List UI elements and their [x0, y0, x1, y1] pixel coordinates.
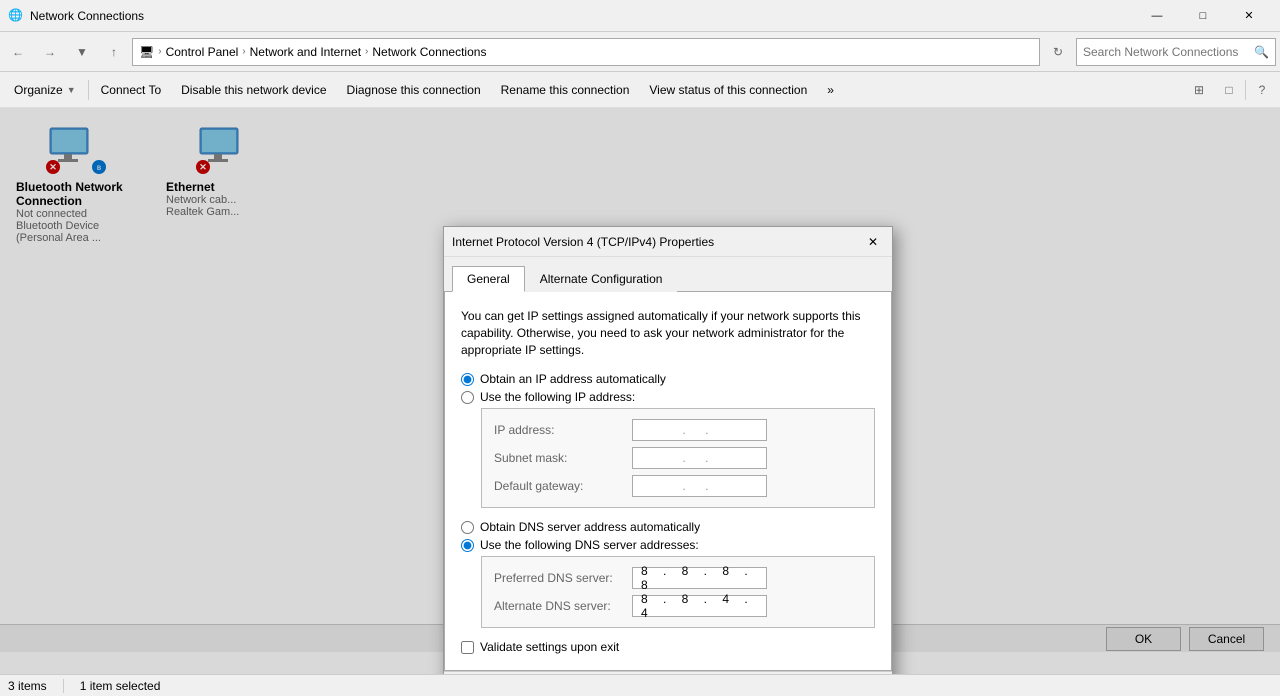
alternate-dns-label: Alternate DNS server:	[494, 599, 624, 613]
modal-overlay: Internet Protocol Version 4 (TCP/IPv4) P…	[0, 108, 1280, 674]
address-bar: ← → ▼ ↑ 🖥 › Control Panel › Network and …	[0, 32, 1280, 72]
subnet-mask-label: Subnet mask:	[494, 451, 624, 465]
dropdown-button[interactable]: ▼	[68, 38, 96, 66]
back-button[interactable]: ←	[4, 38, 32, 66]
breadcrumb-control-panel[interactable]: Control Panel	[166, 45, 239, 59]
disable-button[interactable]: Disable this network device	[171, 74, 336, 106]
up-button[interactable]: ↑	[100, 38, 128, 66]
toolbar-separator-2	[1245, 80, 1246, 100]
default-gateway-input[interactable]: . .	[632, 475, 767, 497]
search-box[interactable]: 🔍	[1076, 38, 1276, 66]
tab-general[interactable]: General	[452, 266, 525, 292]
close-button[interactable]: ✕	[1226, 0, 1272, 32]
auto-ip-radio-label[interactable]: Obtain an IP address automatically	[461, 372, 875, 386]
chevron-down-icon: ▼	[67, 85, 76, 95]
dialog-tabs: General Alternate Configuration	[444, 257, 892, 292]
preferred-dns-label: Preferred DNS server:	[494, 571, 624, 585]
minimize-button[interactable]: —	[1134, 0, 1180, 32]
breadcrumb-network-connections[interactable]: Network Connections	[372, 45, 486, 59]
more-button[interactable]: »	[817, 74, 844, 106]
view-mode-button[interactable]: ⊞	[1185, 76, 1213, 104]
search-input[interactable]	[1083, 45, 1250, 59]
breadcrumb[interactable]: 🖥 › Control Panel › Network and Internet…	[132, 38, 1040, 66]
auto-ip-radio[interactable]	[461, 373, 474, 386]
default-gateway-label: Default gateway:	[494, 479, 624, 493]
toolbar: Organize ▼ Connect To Disable this netwo…	[0, 72, 1280, 108]
maximize-button[interactable]: □	[1180, 0, 1226, 32]
toolbar-separator	[88, 80, 89, 100]
dns-section: Obtain DNS server address automatically …	[461, 520, 875, 628]
preferred-dns-input[interactable]: 8 . 8 . 8 . 8	[632, 567, 767, 589]
validate-checkbox-label[interactable]: Validate settings upon exit	[461, 640, 875, 654]
dns-radio-group: Obtain DNS server address automatically …	[461, 520, 875, 552]
content-area: ✕ ʙ Bluetooth Network Connection Not con…	[0, 108, 1280, 674]
breadcrumb-network-internet[interactable]: Network and Internet	[250, 45, 361, 59]
connect-to-button[interactable]: Connect To	[91, 74, 172, 106]
dialog-description: You can get IP settings assigned automat…	[461, 308, 875, 358]
dialog-close-button[interactable]: ✕	[862, 231, 884, 253]
ip-address-label: IP address:	[494, 423, 624, 437]
selected-count: 1 item selected	[80, 679, 161, 693]
diagnose-button[interactable]: Diagnose this connection	[337, 74, 491, 106]
dns-fields-section: Preferred DNS server: 8 . 8 . 8 . 8 Alte…	[481, 556, 875, 628]
preview-button[interactable]: □	[1215, 76, 1243, 104]
search-icon: 🔍	[1254, 45, 1269, 59]
help-button[interactable]: ?	[1248, 76, 1276, 104]
alternate-dns-input[interactable]: 8 . 8 . 4 . 4	[632, 595, 767, 617]
manual-ip-radio[interactable]	[461, 391, 474, 404]
manual-dns-radio-label[interactable]: Use the following DNS server addresses:	[461, 538, 875, 552]
main-window: 🌐 Network Connections — □ ✕ ← → ▼ ↑ 🖥 › …	[0, 0, 1280, 696]
ip-fields-section: IP address: . . Subnet mask: . . Default…	[481, 408, 875, 508]
dialog-body: You can get IP settings assigned automat…	[444, 292, 892, 671]
window-title: Network Connections	[30, 9, 1134, 23]
subnet-mask-row: Subnet mask: . .	[494, 447, 862, 469]
items-count: 3 items	[8, 679, 47, 693]
rename-button[interactable]: Rename this connection	[491, 74, 640, 106]
manual-dns-radio[interactable]	[461, 539, 474, 552]
validate-checkbox[interactable]	[461, 641, 474, 654]
view-status-button[interactable]: View status of this connection	[639, 74, 817, 106]
refresh-button[interactable]: ↻	[1044, 38, 1072, 66]
ip-address-input[interactable]: . .	[632, 419, 767, 441]
auto-dns-radio-label[interactable]: Obtain DNS server address automatically	[461, 520, 875, 534]
status-bar: 3 items 1 item selected	[0, 674, 1280, 696]
alternate-dns-row: Alternate DNS server: 8 . 8 . 4 . 4	[494, 595, 862, 617]
window-icon: 🌐	[8, 8, 24, 24]
auto-dns-radio[interactable]	[461, 521, 474, 534]
ip-address-row: IP address: . .	[494, 419, 862, 441]
preferred-dns-row: Preferred DNS server: 8 . 8 . 8 . 8	[494, 567, 862, 589]
ip-radio-group: Obtain an IP address automatically Use t…	[461, 372, 875, 404]
tcp-ipv4-dialog: Internet Protocol Version 4 (TCP/IPv4) P…	[443, 226, 893, 674]
title-bar: 🌐 Network Connections — □ ✕	[0, 0, 1280, 32]
window-controls: — □ ✕	[1134, 0, 1272, 32]
dialog-footer: Advanced... OK Cancel	[444, 671, 892, 674]
organize-button[interactable]: Organize ▼	[4, 74, 86, 106]
default-gateway-row: Default gateway: . .	[494, 475, 862, 497]
dialog-title-bar: Internet Protocol Version 4 (TCP/IPv4) P…	[444, 227, 892, 257]
subnet-mask-input[interactable]: . .	[632, 447, 767, 469]
tab-alternate-config[interactable]: Alternate Configuration	[525, 266, 678, 292]
forward-button[interactable]: →	[36, 38, 64, 66]
dialog-title: Internet Protocol Version 4 (TCP/IPv4) P…	[452, 235, 862, 249]
manual-ip-radio-label[interactable]: Use the following IP address:	[461, 390, 875, 404]
view-options: ⊞ □	[1185, 76, 1243, 104]
breadcrumb-icon: 🖥	[139, 45, 154, 59]
status-separator	[63, 679, 64, 693]
